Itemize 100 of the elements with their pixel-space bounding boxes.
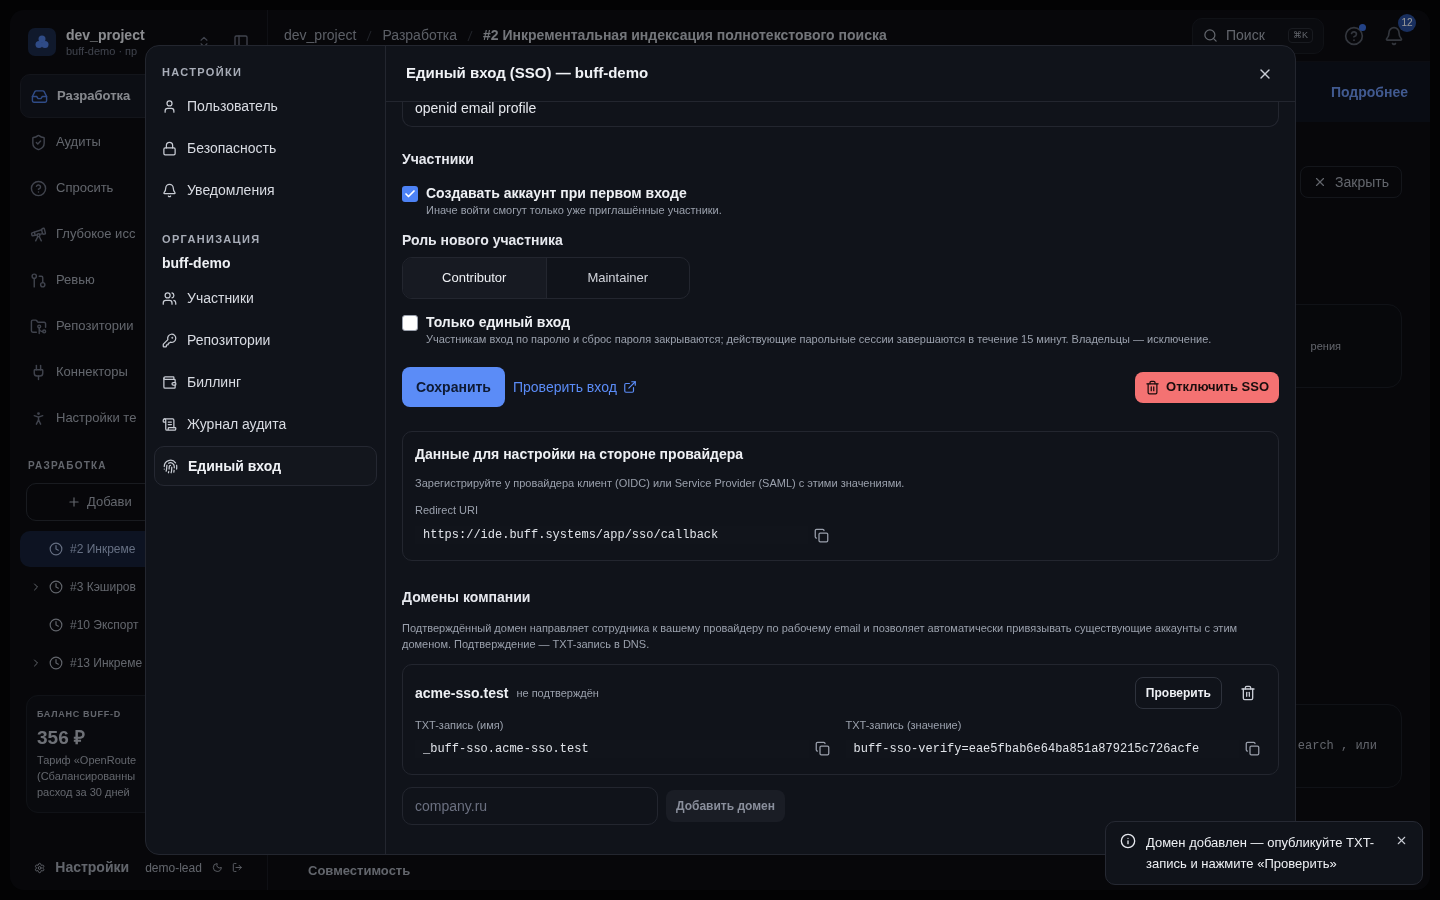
info-icon	[1120, 833, 1136, 849]
breadcrumb-item: #2 Инкрементальная индексация полнотекстового поиска	[483, 26, 887, 45]
organization-name: buff-demo	[161, 254, 232, 273]
nav-icon	[162, 141, 177, 156]
field-label: TXT-запись (имя)	[415, 718, 505, 733]
copy-icon[interactable]	[1245, 741, 1260, 756]
task-item[interactable]: #10 Экспорт	[20, 607, 257, 643]
checkbox[interactable]	[402, 315, 418, 331]
card-description: Зарегистрируйте у провайдера клиент (OIDC) или Service Provider (SAML) с этими значениями.	[415, 476, 906, 491]
section-heading: Домены компании	[402, 588, 532, 607]
settings-nav-item[interactable]: Уведомления	[154, 170, 377, 211]
nav-icon	[163, 458, 178, 474]
help-icon[interactable]	[1344, 25, 1364, 46]
settings-nav-item[interactable]: Участники	[154, 278, 377, 318]
bell-icon[interactable]	[1384, 25, 1404, 46]
shortcut-key: ⌘K	[1288, 27, 1313, 44]
card-text: рения	[1310, 338, 1341, 354]
user-name: demo-lead	[145, 859, 202, 877]
verify-button[interactable]: Проверить	[1134, 677, 1222, 709]
checkbox-label: Создавать аккаунт при первом входе	[426, 184, 688, 202]
breadcrumb-item[interactable]: dev_project	[284, 25, 357, 46]
nav-icon	[162, 290, 177, 306]
section-title: ОРГАНИЗАЦИЯ	[161, 231, 262, 247]
details-link[interactable]: Подробнее	[1330, 81, 1408, 103]
scopes-field[interactable]: openid email profile	[402, 102, 1279, 127]
field-label: Роль нового участника	[402, 231, 564, 250]
trash-icon	[1145, 379, 1160, 395]
settings-nav-item[interactable]: Безопасность	[154, 128, 377, 169]
save-button[interactable]: Сохранить	[402, 367, 505, 407]
breadcrumb-item[interactable]: Разработка	[382, 25, 457, 46]
section-heading: Участники	[402, 150, 475, 169]
trash-icon[interactable]	[1240, 685, 1256, 701]
task-item[interactable]: #13 Инкреме	[20, 645, 257, 681]
clock-icon	[49, 542, 63, 556]
nav-icon	[162, 183, 177, 198]
search-placeholder: Поиск	[1226, 26, 1265, 45]
dialog-title: Единый вход (SSO) — buff-demo	[406, 63, 649, 84]
close-panel-button[interactable]: Закрыть	[1300, 166, 1402, 198]
disable-sso-button[interactable]: Отключить SSO	[1135, 371, 1279, 403]
settings-nav-item[interactable]: Журнал аудита	[154, 404, 377, 444]
domain-name: acme-sso.test	[415, 683, 509, 703]
domain-status: не подтверждён	[516, 685, 599, 701]
search-icon	[1203, 28, 1218, 43]
task-label: #3 Кэширов	[70, 579, 136, 596]
checkbox-label: Только единый вход	[426, 313, 572, 331]
plus-icon	[67, 495, 81, 509]
nav-icon	[30, 133, 47, 151]
notification-badge: 12	[1398, 13, 1416, 32]
nav-icon	[30, 317, 47, 335]
balance-title: БАЛАНС BUFF-D	[37, 708, 122, 721]
clock-icon	[49, 656, 63, 670]
clock-icon	[49, 618, 63, 632]
close-icon[interactable]	[1395, 834, 1408, 847]
task-label: #2 Инкреме	[70, 541, 136, 558]
settings-nav-item[interactable]: Биллинг	[154, 362, 377, 402]
nav-icon	[162, 332, 177, 348]
project-subtitle: buff-demo · пр	[66, 44, 139, 58]
checkbox-hint: Участникам вход по паролю и сброс пароля закрываются; действующие парольные сессии завершаются в течение 15 минут. Владельцы — исключение.	[426, 332, 1213, 347]
bottom-tab[interactable]: Совместимость	[308, 860, 411, 881]
role-option[interactable]: Contributor	[403, 258, 546, 298]
checkbox[interactable]	[402, 186, 418, 202]
balance-text: Тариф «OpenRoute	[37, 753, 138, 768]
settings-nav-item[interactable]: Репозитории	[154, 320, 377, 360]
balance-amount: 356 ₽	[37, 725, 86, 750]
moon-icon[interactable]	[211, 860, 223, 875]
clock-icon	[49, 580, 63, 594]
nav-icon	[30, 271, 47, 289]
task-item[interactable]: #3 Кэширов	[20, 569, 257, 605]
nav-icon	[162, 374, 177, 390]
external-link-icon	[622, 380, 637, 394]
nav-icon	[31, 87, 48, 105]
add-domain-button[interactable]: Добавить домен	[666, 789, 786, 822]
check-icon	[404, 188, 416, 200]
section-description: Подтверждённый домен направляет сотрудника к вашему провайдеру по рабочему email и позволяет автоматически привязывать существующие аккаунты с этим доменом. Подтверждение — TXT-запись в DNS.	[402, 621, 1239, 652]
project-name: dev_project	[66, 26, 146, 44]
cluster-icon	[34, 34, 50, 50]
balance-text: расход за 30 дней	[37, 785, 131, 800]
nav-icon	[30, 179, 47, 197]
toast-message: Домен добавлен — опубликуйте TXT-запись и нажмите «Проверить»	[1146, 834, 1376, 873]
domain-input[interactable]: company.ru	[402, 786, 658, 825]
nav-icon	[30, 225, 47, 243]
settings-link[interactable]: Настройки	[55, 857, 130, 878]
copy-icon[interactable]	[814, 527, 829, 543]
balance-text: (Сбалансированны	[37, 769, 137, 784]
card-text: earch , или	[1297, 738, 1377, 755]
card-heading: Данные для настройки на стороне провайдера	[415, 445, 744, 464]
copy-icon[interactable]	[814, 741, 830, 756]
slash-separator-icon	[366, 29, 373, 42]
task-label: #13 Инкреме	[70, 655, 143, 672]
slash-separator-icon	[467, 29, 473, 42]
logout-icon[interactable]	[232, 860, 243, 875]
field-label: TXT-запись (значение)	[845, 718, 963, 733]
nav-icon	[162, 99, 177, 114]
settings-nav-item[interactable]: Единый вход	[154, 446, 377, 486]
section-title: РАЗРАБОТКА	[27, 459, 108, 473]
role-option[interactable]: Maintainer	[545, 258, 689, 298]
nav-icon	[162, 416, 177, 432]
checkbox-hint: Иначе войти смогут только уже приглашённые участники.	[426, 203, 722, 218]
task-label: #10 Экспорт	[70, 617, 139, 634]
test-login-link[interactable]: Проверить вход	[512, 376, 637, 398]
